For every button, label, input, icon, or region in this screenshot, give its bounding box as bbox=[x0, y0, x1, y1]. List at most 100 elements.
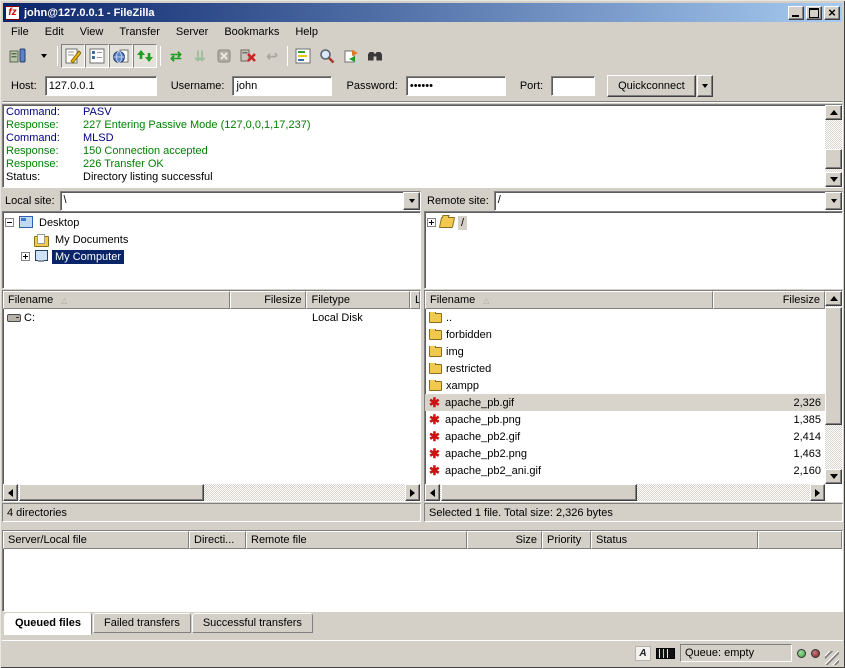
column-last-modified[interactable]: L bbox=[410, 291, 420, 309]
username-input[interactable] bbox=[232, 76, 332, 96]
scroll-right-button[interactable] bbox=[405, 484, 420, 501]
tree-item-root[interactable]: / bbox=[427, 214, 842, 231]
password-input[interactable] bbox=[406, 76, 506, 96]
column-filename[interactable]: Filename△ bbox=[3, 291, 230, 309]
remote-file-row[interactable]: restricted bbox=[425, 360, 842, 377]
menu-help[interactable]: Help bbox=[287, 24, 326, 40]
expand-icon[interactable] bbox=[21, 252, 30, 261]
column-status[interactable]: Status bbox=[591, 531, 758, 549]
close-button[interactable] bbox=[824, 6, 840, 20]
scroll-up-button[interactable] bbox=[825, 105, 842, 120]
menu-bookmarks[interactable]: Bookmarks bbox=[216, 24, 287, 40]
remote-file-row-selected[interactable]: apache_pb.gif 2,326 bbox=[425, 394, 842, 411]
host-input[interactable] bbox=[45, 76, 157, 96]
quickconnect-dropdown[interactable] bbox=[697, 75, 713, 97]
combo-dropdown-button[interactable] bbox=[825, 192, 842, 210]
tree-item-my-computer[interactable]: My Computer bbox=[21, 248, 420, 265]
remote-file-row[interactable]: apache_pb2.gif 2,414 bbox=[425, 428, 842, 445]
local-site-combo[interactable]: \ bbox=[60, 191, 421, 211]
local-file-row[interactable]: C: Local Disk bbox=[3, 309, 420, 326]
scroll-down-button[interactable] bbox=[825, 172, 842, 187]
transfer-type-icon[interactable] bbox=[635, 646, 651, 661]
remote-site-bar: Remote site: / bbox=[424, 190, 843, 211]
local-file-list: Filename△ Filesize Filetype L C: Local D… bbox=[2, 290, 421, 502]
combo-dropdown-button[interactable] bbox=[403, 192, 420, 210]
file-name: xampp bbox=[446, 380, 479, 392]
column-server-local-file[interactable]: Server/Local file bbox=[3, 531, 189, 549]
local-site-value: \ bbox=[61, 192, 403, 210]
scrollbar-thumb[interactable] bbox=[19, 484, 204, 501]
column-filesize[interactable]: Filesize bbox=[230, 291, 307, 309]
remote-file-row[interactable]: xampp bbox=[425, 377, 842, 394]
tab-successful-transfers[interactable]: Successful transfers bbox=[192, 613, 313, 633]
scroll-up-button[interactable] bbox=[825, 291, 842, 306]
message-log-toggle-button[interactable] bbox=[61, 44, 85, 68]
username-label: Username: bbox=[171, 80, 225, 92]
remote-tree-toggle-button[interactable] bbox=[109, 44, 133, 68]
column-filesize[interactable]: Filesize bbox=[713, 291, 825, 309]
remote-horizontal-scrollbar[interactable] bbox=[425, 484, 825, 501]
tree-item-desktop[interactable]: Desktop bbox=[5, 214, 420, 231]
file-size: 2,326 bbox=[713, 397, 825, 409]
column-size[interactable]: Size bbox=[467, 531, 542, 549]
log-line: Response:227 Entering Passive Mode (127,… bbox=[3, 119, 842, 132]
site-manager-dropdown[interactable] bbox=[30, 44, 54, 68]
tab-queued-files[interactable]: Queued files bbox=[4, 613, 92, 635]
file-name: forbidden bbox=[446, 329, 492, 341]
log-scrollbar[interactable] bbox=[825, 105, 842, 187]
minimize-button[interactable] bbox=[788, 6, 804, 20]
scroll-left-button[interactable] bbox=[3, 484, 18, 501]
local-horizontal-scrollbar[interactable] bbox=[3, 484, 420, 501]
port-input[interactable] bbox=[551, 76, 595, 96]
scrollbar-thumb[interactable] bbox=[441, 484, 637, 501]
remote-file-row[interactable]: apache_pb2_ani.gif 2,160 bbox=[425, 462, 842, 479]
column-direction[interactable]: Directi... bbox=[189, 531, 246, 549]
reconnect-button[interactable] bbox=[260, 44, 284, 68]
process-queue-button[interactable] bbox=[188, 44, 212, 68]
remote-site-combo[interactable]: / bbox=[494, 191, 843, 211]
directory-comparison-button[interactable] bbox=[363, 44, 387, 68]
column-filename[interactable]: Filename△ bbox=[425, 291, 713, 309]
remote-vertical-scrollbar[interactable] bbox=[825, 291, 842, 484]
remote-file-row[interactable]: forbidden bbox=[425, 326, 842, 343]
expand-icon[interactable] bbox=[427, 218, 436, 227]
cancel-button[interactable] bbox=[212, 44, 236, 68]
maximize-button[interactable] bbox=[806, 6, 822, 20]
scroll-right-button[interactable] bbox=[810, 484, 825, 501]
menu-edit[interactable]: Edit bbox=[37, 24, 72, 40]
column-filetype[interactable]: Filetype bbox=[306, 291, 410, 309]
scrollbar-thumb[interactable] bbox=[825, 307, 842, 425]
search-button[interactable] bbox=[315, 44, 339, 68]
title-bar[interactable]: john@127.0.0.1 - FileZilla bbox=[3, 3, 842, 22]
menu-view[interactable]: View bbox=[72, 24, 112, 40]
image-file-icon bbox=[429, 413, 442, 426]
site-manager-button[interactable] bbox=[6, 44, 30, 68]
column-priority[interactable]: Priority bbox=[542, 531, 591, 549]
queue-header: Server/Local file Directi... Remote file… bbox=[3, 531, 842, 549]
collapse-icon[interactable] bbox=[5, 218, 14, 227]
queue-toggle-button[interactable] bbox=[133, 44, 157, 68]
scroll-left-button[interactable] bbox=[425, 484, 440, 501]
quickconnect-button[interactable]: Quickconnect bbox=[607, 75, 696, 97]
toolbar-separator bbox=[287, 46, 288, 66]
filter-button[interactable] bbox=[291, 44, 315, 68]
disconnect-button[interactable] bbox=[236, 44, 260, 68]
tree-item-my-documents[interactable]: My Documents bbox=[21, 231, 420, 248]
refresh-button[interactable] bbox=[164, 44, 188, 68]
menu-server[interactable]: Server bbox=[168, 24, 216, 40]
scroll-down-button[interactable] bbox=[825, 469, 842, 484]
local-tree-toggle-button[interactable] bbox=[85, 44, 109, 68]
remote-file-row[interactable]: apache_pb.png 1,385 bbox=[425, 411, 842, 428]
column-remote-file[interactable]: Remote file bbox=[246, 531, 467, 549]
scrollbar-thumb[interactable] bbox=[825, 149, 842, 169]
remote-file-row[interactable]: apache_pb2.png 1,463 bbox=[425, 445, 842, 462]
synchronized-browsing-button[interactable] bbox=[339, 44, 363, 68]
remote-file-row[interactable]: .. bbox=[425, 309, 842, 326]
transfer-queue: Server/Local file Directi... Remote file… bbox=[2, 530, 843, 612]
menu-transfer[interactable]: Transfer bbox=[111, 24, 168, 40]
resize-grip[interactable] bbox=[825, 651, 839, 665]
menu-file[interactable]: File bbox=[3, 24, 37, 40]
speed-limit-icon[interactable] bbox=[656, 648, 675, 659]
remote-file-row[interactable]: img bbox=[425, 343, 842, 360]
tab-failed-transfers[interactable]: Failed transfers bbox=[93, 613, 191, 633]
